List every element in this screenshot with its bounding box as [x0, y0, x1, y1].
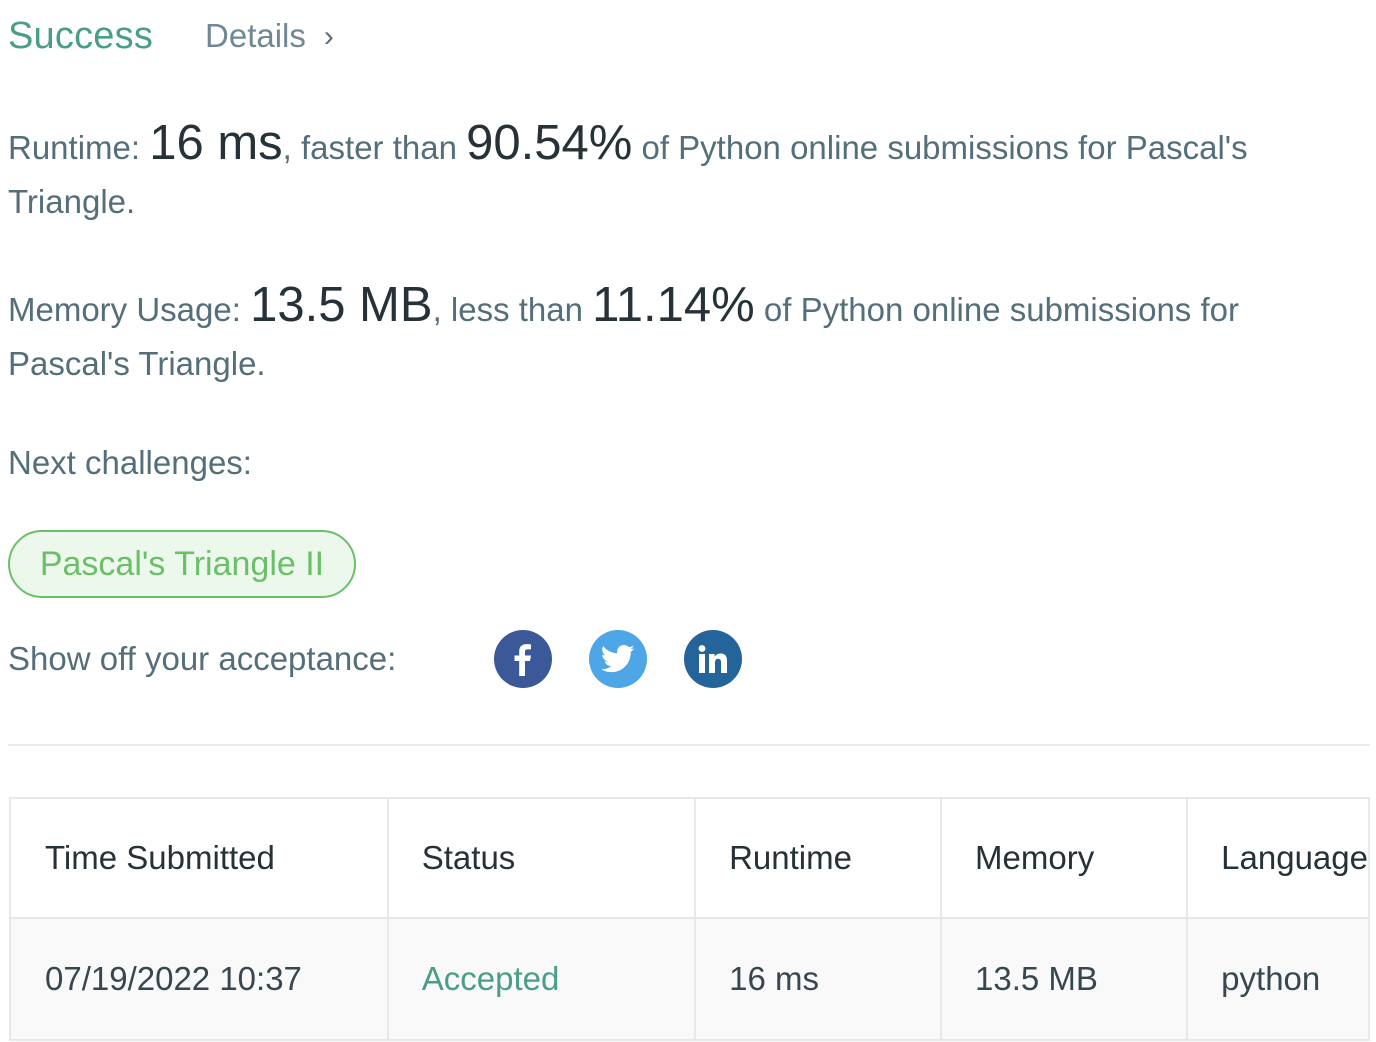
submissions-table: Time Submitted Status Runtime Memory Lan…	[9, 797, 1370, 1041]
details-label: Details	[205, 17, 306, 54]
cell-memory: 13.5 MB	[940, 917, 1189, 1041]
table-row: 07/19/2022 10:37 Accepted 16 ms 13.5 MB …	[9, 917, 1370, 1041]
table-header-row: Time Submitted Status Runtime Memory Lan…	[9, 797, 1370, 919]
details-link[interactable]: Details ›	[205, 17, 334, 55]
runtime-label: Runtime:	[8, 129, 141, 166]
memory-label: Memory Usage:	[8, 291, 241, 328]
share-row: Show off your acceptance:	[8, 628, 779, 690]
column-header-status[interactable]: Status	[386, 797, 697, 919]
result-status-title: Success	[8, 14, 154, 57]
column-header-memory[interactable]: Memory	[940, 797, 1189, 919]
memory-percent: 11.14%	[592, 278, 755, 332]
runtime-percent: 90.54%	[466, 116, 633, 170]
twitter-glyph	[601, 644, 635, 673]
column-header-runtime[interactable]: Runtime	[694, 797, 943, 919]
cell-language: python	[1186, 917, 1370, 1041]
runtime-value: 16 ms	[149, 116, 283, 170]
linkedin-icon[interactable]	[684, 630, 742, 688]
challenge-link-pascals-triangle-ii[interactable]: Pascal's Triangle II	[8, 530, 356, 598]
memory-value: 13.5 MB	[250, 278, 433, 332]
facebook-glyph	[514, 644, 531, 676]
column-header-language[interactable]: Language	[1186, 797, 1370, 919]
memory-stat: Memory Usage: 13.5 MB, less than 11.14% …	[8, 278, 1348, 391]
share-label: Show off your acceptance:	[8, 640, 397, 677]
column-header-time-submitted[interactable]: Time Submitted	[9, 797, 389, 919]
next-challenges-label: Next challenges:	[8, 444, 252, 481]
runtime-stat: Runtime: 16 ms, faster than 90.54% of Py…	[8, 116, 1348, 229]
cell-runtime: 16 ms	[694, 917, 943, 1041]
cell-status-link[interactable]: Accepted	[386, 917, 697, 1041]
twitter-icon[interactable]	[589, 630, 647, 688]
cell-time-submitted: 07/19/2022 10:37	[9, 917, 389, 1041]
memory-comparison: , less than	[432, 291, 593, 328]
linkedin-glyph	[698, 645, 727, 673]
runtime-comparison: , faster than	[282, 129, 467, 166]
divider	[8, 744, 1370, 746]
facebook-icon[interactable]	[494, 630, 552, 688]
chevron-right-icon: ›	[323, 20, 334, 53]
result-header: Success Details ›	[8, 10, 334, 62]
